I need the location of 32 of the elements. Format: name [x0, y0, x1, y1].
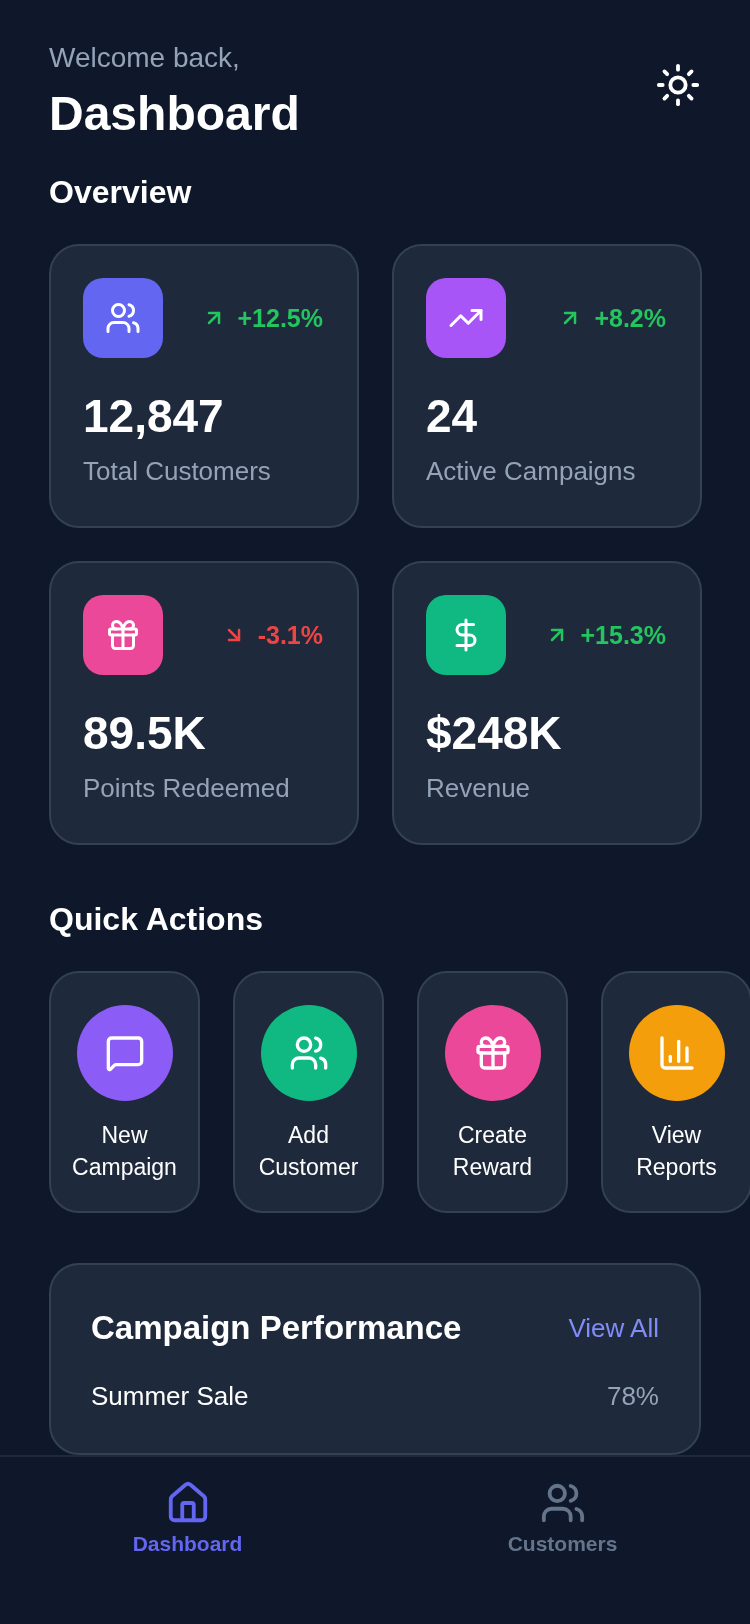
action-icon [104, 1033, 145, 1073]
quick-action-button[interactable]: New Campaign [49, 971, 200, 1213]
campaign-name: Summer Sale [91, 1381, 249, 1412]
stat-label: Total Customers [83, 456, 272, 487]
stat-value: 24 [426, 389, 479, 444]
quick-action-button[interactable]: View Reports [601, 971, 750, 1213]
stat-label: Revenue [426, 773, 532, 804]
stat-icon [105, 617, 141, 653]
nav-tab[interactable]: Customers [375, 1479, 750, 1557]
stat-value: $248K [426, 706, 563, 761]
quick-action-button[interactable]: Create Reward [417, 971, 568, 1213]
action-icon [288, 1033, 329, 1073]
sun-icon [655, 62, 701, 108]
section-title: Quick Actions [49, 900, 264, 939]
stat-label: Active Campaigns [426, 456, 637, 487]
quick-action-button[interactable]: Add Customer [233, 971, 384, 1213]
theme-toggle-button[interactable] [655, 62, 701, 108]
section-title: Overview [49, 173, 193, 212]
view-all-link[interactable]: View All [568, 1312, 659, 1344]
change-text: +8.2% [594, 303, 666, 333]
nav-tab[interactable]: Dashboard [0, 1479, 375, 1557]
change-text: +15.3% [580, 620, 666, 650]
stat-value: 89.5K [83, 706, 207, 761]
page-title: Dashboard [49, 86, 300, 142]
greeting-text: Welcome back, [49, 41, 241, 75]
stat-label: Points Redeemed [83, 773, 291, 804]
card-title: Campaign Performance [91, 1309, 462, 1347]
change-text: +12.5% [237, 303, 323, 333]
campaign-percent: 78% [606, 1381, 659, 1412]
stat-icon [105, 300, 141, 336]
stat-value: 12,847 [83, 389, 225, 444]
change-text: -3.1% [257, 620, 323, 650]
